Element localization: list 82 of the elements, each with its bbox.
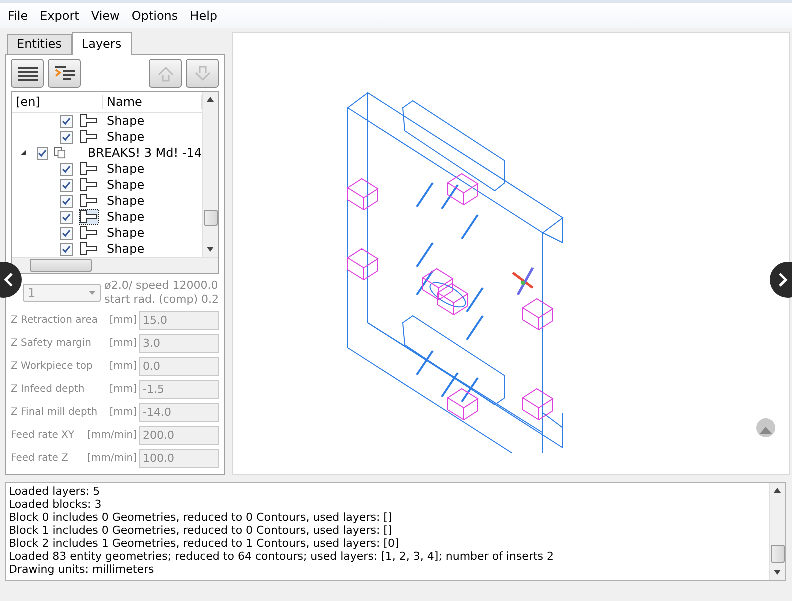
field-label: Z Retraction area bbox=[11, 314, 99, 326]
checkbox[interactable] bbox=[60, 242, 73, 256]
list-view-button[interactable] bbox=[11, 59, 44, 88]
move-down-button[interactable] bbox=[186, 59, 219, 88]
unit-label: [mm] bbox=[110, 406, 137, 418]
tool-description: start rad. (comp) 0.2 bbox=[104, 293, 219, 307]
vertical-scrollbar[interactable] bbox=[202, 92, 218, 257]
checkbox[interactable] bbox=[60, 114, 73, 128]
menu-item[interactable]: Help bbox=[184, 8, 224, 22]
log-line: Loaded blocks: 3 bbox=[9, 498, 103, 511]
menu-item[interactable]: View bbox=[85, 8, 126, 22]
scroll-down-icon bbox=[774, 570, 781, 575]
unit-label: [mm] bbox=[110, 336, 137, 350]
indented-list-icon bbox=[54, 66, 76, 82]
horizontal-scrollbar[interactable] bbox=[12, 257, 218, 273]
log-line: Drawing units: millimeters bbox=[9, 563, 156, 576]
tree-label: Shape bbox=[107, 162, 145, 176]
column-header[interactable]: [en] bbox=[12, 95, 103, 109]
checkbox[interactable] bbox=[60, 162, 73, 176]
tree-label: Shape bbox=[107, 226, 145, 240]
up-arrow-icon bbox=[156, 64, 174, 82]
menu-item[interactable]: Export bbox=[34, 8, 86, 22]
log-line: Block 1 includes 0 Geometries, reduced to 0 Contours, used layers: [] bbox=[9, 524, 394, 537]
scroll-up-icon bbox=[207, 97, 214, 102]
tree-label: Shape bbox=[107, 114, 145, 128]
tree-row[interactable]: Shape bbox=[12, 225, 202, 241]
move-up-button[interactable] bbox=[149, 59, 182, 88]
scroll-thumb[interactable] bbox=[30, 259, 92, 272]
log-line: Loaded layers: 5 bbox=[9, 485, 102, 498]
menu-item[interactable]: Options bbox=[126, 8, 184, 22]
tree-row[interactable]: Shape bbox=[12, 161, 202, 177]
unit-label: [mm/min] bbox=[87, 428, 137, 442]
field-label: Z Final mill depth bbox=[11, 406, 99, 418]
menu-item[interactable]: File bbox=[2, 8, 34, 22]
checkbox[interactable] bbox=[36, 146, 48, 160]
scroll-up-icon bbox=[774, 488, 781, 493]
chevron-right-icon bbox=[778, 272, 788, 288]
tree-label: Shape bbox=[107, 178, 145, 192]
checkbox[interactable] bbox=[60, 178, 73, 192]
chevron-left-icon bbox=[4, 272, 14, 288]
layer-icon bbox=[54, 146, 68, 160]
tree-label: Shape bbox=[107, 210, 145, 224]
checkbox[interactable] bbox=[60, 210, 73, 224]
unit-label: [mm] bbox=[110, 382, 137, 396]
log-line: Block 0 includes 0 Geometries, reduced to 0 Contours, used layers: [] bbox=[9, 511, 394, 524]
field-label: Z Infeed depth bbox=[11, 382, 86, 396]
field-label: Feed rate XY bbox=[11, 428, 76, 442]
tab[interactable]: Layers bbox=[72, 32, 132, 55]
tree-row[interactable]: Shape bbox=[12, 177, 202, 193]
tool-description: ø2.0/ speed 12000.0 bbox=[104, 279, 219, 293]
log-line: Block 2 includes 1 Geometries, reduced to 1 Contours, used layers: [0] bbox=[9, 537, 400, 550]
log-line: Loaded 83 entity geometries; reduced to 64 contours; used layers: [1, 2, 3, 4]; number of inserts 2 bbox=[9, 550, 556, 563]
field-label: Feed rate Z bbox=[11, 452, 70, 464]
tree-label: Shape bbox=[107, 130, 145, 144]
unit-label: [mm] bbox=[110, 360, 137, 372]
scroll-thumb[interactable] bbox=[204, 210, 218, 226]
checkbox[interactable] bbox=[60, 194, 73, 208]
tree-label: Shape bbox=[107, 194, 145, 208]
tree-row[interactable]: BREAKS! 3 Md! -14 bbox=[12, 145, 202, 161]
vertical-scrollbar[interactable] bbox=[769, 483, 785, 580]
tree-label: BREAKS! 3 Md! -14 bbox=[88, 146, 202, 160]
indent-view-button[interactable] bbox=[48, 59, 81, 88]
view-orientation-icon[interactable] bbox=[756, 418, 776, 438]
tab[interactable]: Entities bbox=[7, 34, 72, 54]
checkbox[interactable] bbox=[60, 130, 73, 144]
list-icon bbox=[16, 66, 38, 82]
down-arrow-icon bbox=[194, 64, 212, 82]
unit-label: [mm] bbox=[110, 314, 137, 326]
tree-row[interactable]: Shape bbox=[12, 241, 202, 257]
dropdown-arrow-icon bbox=[88, 291, 96, 295]
tree-row[interactable]: Shape bbox=[12, 129, 202, 145]
field-label: Z Workpiece top bbox=[11, 360, 94, 372]
tree-label: Shape bbox=[107, 242, 145, 256]
tree-row[interactable]: Shape bbox=[12, 113, 202, 129]
tree-row[interactable]: Shape bbox=[12, 193, 202, 209]
scroll-thumb[interactable] bbox=[771, 545, 785, 563]
tree-row[interactable]: Shape bbox=[12, 209, 202, 225]
checkbox[interactable] bbox=[60, 226, 73, 240]
expand-arrow-icon[interactable] bbox=[20, 149, 27, 157]
scroll-down-icon bbox=[207, 247, 214, 252]
field-label: Z Safety margin bbox=[11, 336, 92, 350]
unit-label: [mm/min] bbox=[87, 452, 137, 464]
